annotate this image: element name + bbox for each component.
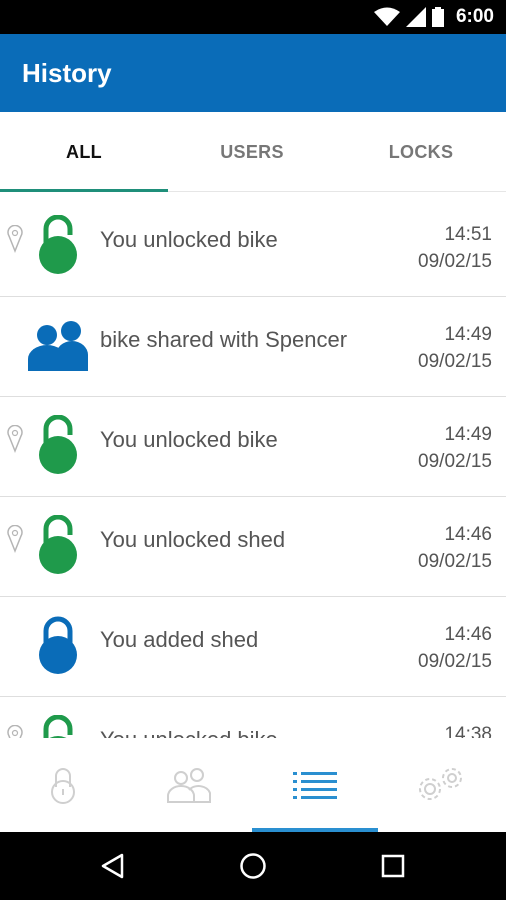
history-text: You unlocked shed	[100, 527, 286, 552]
home-button[interactable]	[233, 846, 273, 886]
history-text: You unlocked bike	[100, 427, 278, 452]
recents-button[interactable]	[373, 846, 413, 886]
history-time: 14:51	[444, 224, 492, 245]
nav-settings[interactable]	[378, 738, 504, 832]
history-row[interactable]: bike shared with Spencer 14:49 09/02/15	[0, 297, 506, 397]
history-time: 14:46	[444, 624, 492, 645]
nav-history[interactable]	[252, 738, 378, 832]
history-timestamp: 14:49 09/02/15	[418, 421, 492, 475]
history-timestamp: 14:49 09/02/15	[418, 321, 492, 375]
signal-icon	[405, 7, 426, 27]
unlocked-padlock-icon	[39, 515, 77, 574]
history-row[interactable]: You unlocked bike 14:38	[0, 697, 506, 738]
bottom-nav	[0, 738, 506, 832]
unlocked-padlock-icon	[39, 415, 77, 474]
history-date: 09/02/15	[418, 651, 492, 672]
users-nav-icon	[167, 768, 211, 803]
history-list-icon	[293, 772, 337, 799]
home-icon	[240, 853, 266, 879]
history-date: 09/02/15	[418, 451, 492, 472]
unlocked-padlock-icon	[43, 715, 73, 738]
history-row[interactable]: You unlocked bike 14:51 09/02/15	[0, 197, 506, 297]
system-nav-bar	[0, 832, 506, 900]
history-date: 09/02/15	[418, 251, 492, 272]
location-pin-icon[interactable]	[7, 725, 23, 738]
recents-icon	[381, 854, 405, 878]
history-row[interactable]: You unlocked shed 14:46 09/02/15	[0, 497, 506, 597]
history-timestamp: 14:38	[444, 721, 492, 738]
history-text: You unlocked bike	[100, 727, 278, 738]
location-pin-icon[interactable]	[7, 225, 23, 253]
history-timestamp: 14:51 09/02/15	[418, 221, 492, 275]
location-pin-icon[interactable]	[7, 525, 23, 553]
history-text: You added shed	[100, 627, 259, 652]
history-date: 09/02/15	[418, 351, 492, 372]
history-timestamp: 14:46 09/02/15	[418, 621, 492, 675]
history-text: You unlocked bike	[100, 227, 278, 252]
settings-gears-icon	[419, 768, 462, 800]
history-time: 14:46	[444, 524, 492, 545]
history-time: 14:49	[444, 324, 492, 345]
location-pin-icon[interactable]	[7, 425, 23, 453]
status-bar: 6:00	[0, 0, 506, 34]
tab-all[interactable]: ALL	[0, 112, 168, 192]
wifi-icon	[373, 7, 400, 26]
users-icon	[28, 321, 88, 371]
locked-padlock-icon	[39, 616, 77, 674]
back-button[interactable]	[92, 846, 132, 886]
status-icons: 6:00	[373, 0, 494, 34]
battery-icon	[431, 7, 444, 27]
history-list[interactable]: You unlocked bike 14:51 09/02/15 bike sh…	[0, 197, 506, 738]
history-row[interactable]: You added shed 14:46 09/02/15	[0, 597, 506, 697]
tab-locks[interactable]: LOCKS	[337, 112, 505, 192]
nav-users[interactable]	[126, 738, 252, 832]
nav-locks[interactable]	[0, 738, 126, 832]
history-time: 14:49	[444, 424, 492, 445]
history-row[interactable]: You unlocked bike 14:49 09/02/15	[0, 397, 506, 497]
app-bar: History	[0, 34, 506, 112]
lock-nav-icon	[51, 768, 75, 804]
status-time: 6:00	[455, 6, 494, 27]
tab-users[interactable]: USERS	[168, 112, 336, 192]
tab-indicator	[0, 189, 168, 192]
history-text: bike shared with Spencer	[100, 327, 348, 352]
history-timestamp: 14:46 09/02/15	[418, 521, 492, 575]
back-icon	[101, 853, 124, 879]
tab-bar: ALL USERS LOCKS	[0, 112, 506, 192]
history-date: 09/02/15	[418, 551, 492, 572]
page-title: History	[22, 58, 112, 88]
history-time: 14:38	[444, 724, 492, 738]
unlocked-padlock-icon	[39, 215, 77, 274]
